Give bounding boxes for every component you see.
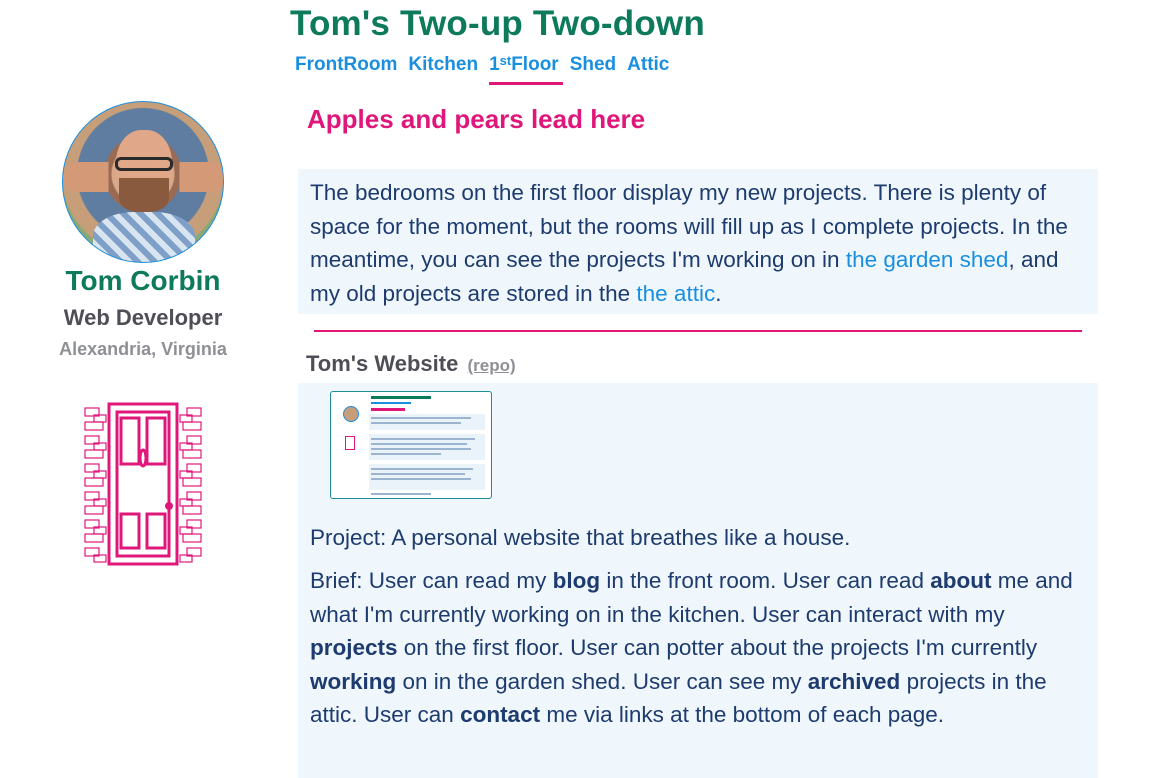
thumb-text-line <box>371 422 461 424</box>
brief-text: on in the garden shed. User can see my <box>396 668 808 694</box>
site-title[interactable]: Tom's Two-up Two-down <box>290 4 705 44</box>
front-door-icon <box>84 402 202 566</box>
brief-text: Brief: User can read my <box>310 568 553 593</box>
profile-sidebar: Tom Corbin Web Developer Alexandria, Vir… <box>40 100 246 567</box>
nav-first-floor-label: Floor <box>511 54 559 75</box>
avatar-beard <box>119 178 169 212</box>
thumb-text-line <box>371 468 473 470</box>
thumb-text-line <box>371 473 465 475</box>
thumb-text-line <box>371 417 471 419</box>
thumb-text-line <box>371 438 475 440</box>
intro-panel: The bedrooms on the first floor display … <box>298 169 1098 314</box>
brief-keyword: projects <box>310 635 398 660</box>
attic-link[interactable]: the attic <box>636 281 715 306</box>
nav-shed[interactable]: Shed <box>570 54 616 82</box>
brief-text: in the front room. User can read <box>600 568 931 593</box>
project-description: Project: A personal website that breathe… <box>310 525 851 550</box>
profile-role: Web Developer <box>63 305 223 330</box>
thumb-nav <box>371 402 411 404</box>
profile-location: Alexandria, Virginia <box>59 339 227 359</box>
project-title: Tom's Website (repo) <box>306 351 516 377</box>
section-divider <box>314 330 1082 332</box>
project-brief: Brief: User can read my blog in the fron… <box>310 564 1090 732</box>
thumb-text-line <box>371 493 431 495</box>
brief-keyword: blog <box>552 568 601 593</box>
main-nav: FrontRoom Kitchen 1stFloor Shed Attic <box>295 53 669 85</box>
thumb-tagline <box>371 408 405 411</box>
profile-name: Tom Corbin <box>65 265 221 296</box>
nav-attic[interactable]: Attic <box>627 54 669 82</box>
brief-keyword: about <box>930 568 992 593</box>
brief-keyword: contact <box>460 702 541 727</box>
thumb-door <box>345 436 355 450</box>
thumb-text-line <box>371 478 471 480</box>
nav-first-floor[interactable]: 1stFloor <box>489 53 563 85</box>
brief-text: me via links at the bottom of each page. <box>540 702 945 727</box>
repo-link[interactable]: (repo) <box>467 356 515 375</box>
avatar-shirt <box>93 212 195 262</box>
thumb-text-line <box>371 448 471 450</box>
garden-shed-link[interactable]: the garden shed <box>846 247 1009 272</box>
brief-keyword: working <box>310 668 397 694</box>
nav-kitchen[interactable]: Kitchen <box>408 54 478 82</box>
thumb-title <box>371 396 431 399</box>
project-panel: Project: A personal website that breathe… <box>298 383 1098 778</box>
avatar <box>62 101 224 263</box>
nav-frontroom[interactable]: FrontRoom <box>295 54 397 82</box>
thumb-text-line <box>371 453 441 455</box>
nav-first-floor-number: 1 <box>489 54 500 75</box>
thumb-avatar <box>343 406 359 422</box>
brief-text: on the first floor. User can potter abou… <box>397 635 1038 660</box>
avatar-glasses <box>115 157 173 171</box>
brief-keyword: archived <box>807 668 901 694</box>
page-tagline: Apples and pears lead here <box>307 104 646 134</box>
project-name: Tom's Website <box>306 351 459 376</box>
nav-first-floor-ordinal: st <box>499 53 512 68</box>
intro-text: . <box>715 280 722 306</box>
thumb-text-line <box>371 443 467 445</box>
project-screenshot-thumbnail[interactable] <box>330 391 492 499</box>
